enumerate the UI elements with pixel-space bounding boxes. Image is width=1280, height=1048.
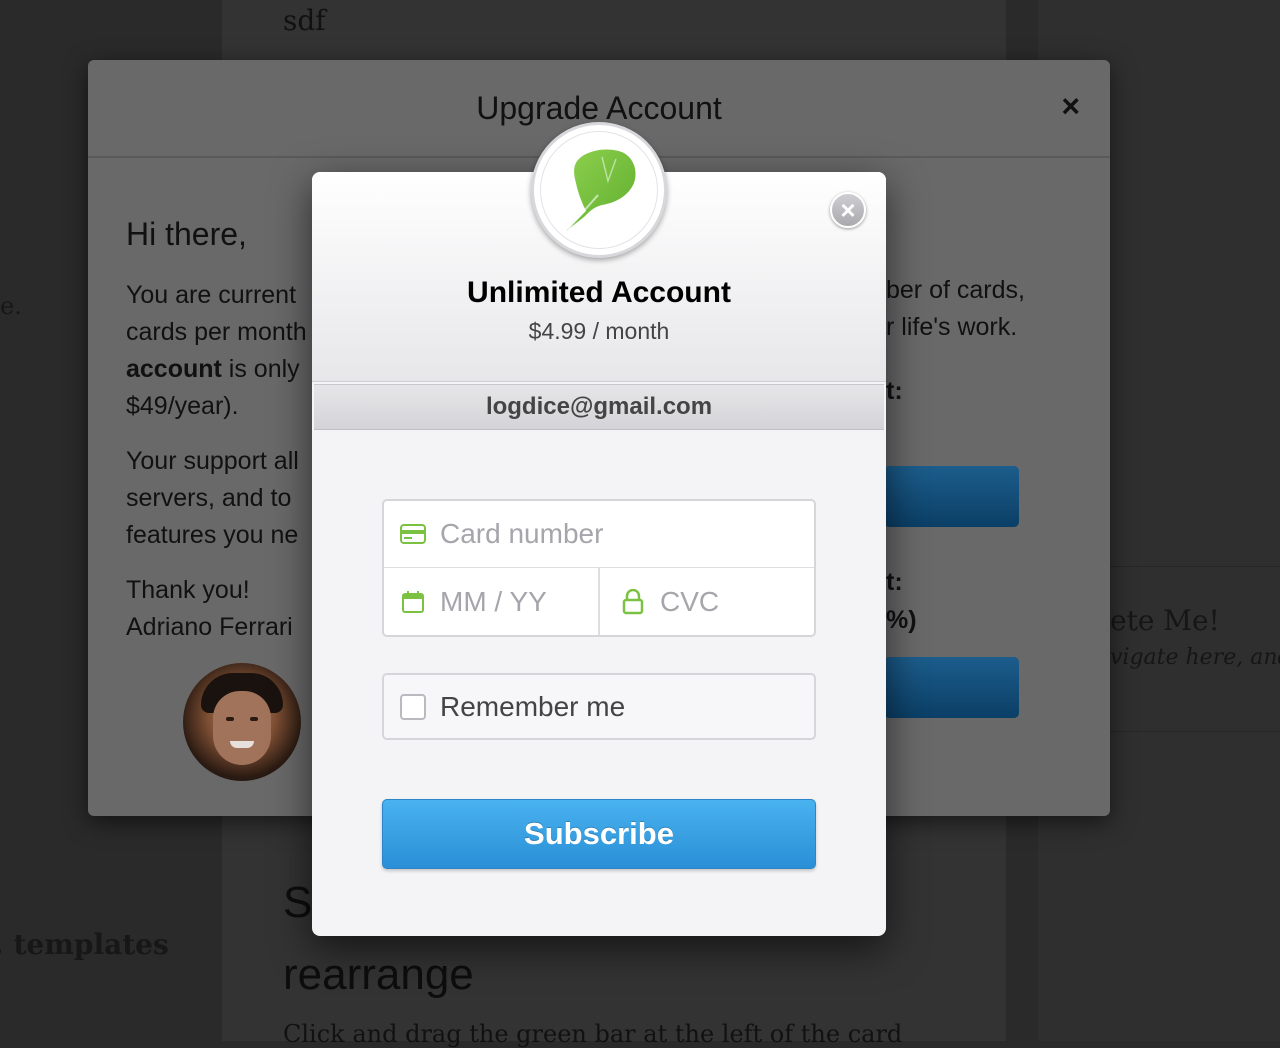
upgrade-signoff: Thank you! Adriano Ferrari bbox=[126, 572, 326, 646]
background-left-fragment: e. bbox=[0, 292, 22, 320]
background-side-card-title: ete Me! bbox=[1110, 604, 1220, 637]
calendar-icon bbox=[400, 589, 426, 615]
upgrade-thanks: Thank you! bbox=[126, 576, 250, 604]
credit-card-icon bbox=[400, 521, 426, 547]
plan-price: $4.99 / month bbox=[312, 318, 886, 345]
card-details-group: Card number MM / YY CVC bbox=[382, 499, 816, 637]
remember-me-checkbox[interactable] bbox=[400, 694, 426, 720]
close-icon[interactable]: × bbox=[830, 192, 866, 228]
lock-icon bbox=[620, 589, 646, 615]
upgrade-para1-line3: is only bbox=[222, 355, 300, 383]
background-top-text: sdf bbox=[283, 4, 326, 37]
cvc-placeholder: CVC bbox=[660, 586, 719, 618]
ginkgo-leaf-icon bbox=[540, 131, 658, 249]
remember-me-row[interactable]: Remember me bbox=[382, 673, 816, 740]
upgrade-right-line2: r life's work. bbox=[886, 313, 1017, 342]
upgrade-right-line1: ber of cards, bbox=[886, 276, 1025, 305]
upgrade-paragraph-1: You are current cards per month account … bbox=[126, 277, 326, 425]
upgrade-yearly-button[interactable] bbox=[884, 657, 1019, 718]
card-number-placeholder: Card number bbox=[440, 518, 603, 550]
remember-me-label: Remember me bbox=[440, 691, 625, 723]
upgrade-modal-close-icon[interactable]: × bbox=[1061, 90, 1080, 122]
background-left-bottom-fragment: , templates bbox=[0, 928, 169, 961]
card-number-field[interactable]: Card number bbox=[384, 501, 814, 568]
background-side-card-subtitle: vigate here, and bbox=[1110, 645, 1280, 670]
upgrade-para2-line1: Your support all bbox=[126, 447, 299, 475]
expiry-placeholder: MM / YY bbox=[440, 586, 547, 618]
expiry-field[interactable]: MM / YY bbox=[384, 568, 600, 635]
account-email: logdice@gmail.com bbox=[314, 384, 884, 430]
cvc-field[interactable]: CVC bbox=[600, 568, 814, 635]
upgrade-para1-line1: You are current bbox=[126, 281, 296, 309]
avatar bbox=[183, 663, 301, 781]
subscribe-button[interactable]: Subscribe bbox=[382, 799, 816, 869]
checkout-dialog: Unlimited Account $4.99 / month × logdic… bbox=[312, 172, 886, 936]
upgrade-para2-line3: features you ne bbox=[126, 521, 298, 549]
upgrade-signature: Adriano Ferrari bbox=[126, 613, 293, 641]
upgrade-para1-line4: $49/year). bbox=[126, 392, 239, 420]
background-heading-line1: S bbox=[283, 878, 312, 928]
upgrade-para1-bold: account bbox=[126, 355, 222, 383]
upgrade-right-label2: t: bbox=[886, 568, 903, 597]
upgrade-paragraph-2: Your support all servers, and to feature… bbox=[126, 443, 326, 554]
background-paragraph: Click and drag the green bar at the left… bbox=[283, 1020, 902, 1048]
upgrade-right-label1: t: bbox=[886, 377, 903, 406]
upgrade-para1-line2: cards per month bbox=[126, 318, 307, 346]
plan-title: Unlimited Account bbox=[312, 276, 886, 310]
upgrade-right-label3: %) bbox=[886, 606, 917, 635]
background-heading-line2: rearrange bbox=[283, 950, 474, 1000]
upgrade-para2-line2: servers, and to bbox=[126, 484, 291, 512]
upgrade-monthly-button[interactable] bbox=[884, 466, 1019, 527]
merchant-logo bbox=[531, 122, 667, 258]
